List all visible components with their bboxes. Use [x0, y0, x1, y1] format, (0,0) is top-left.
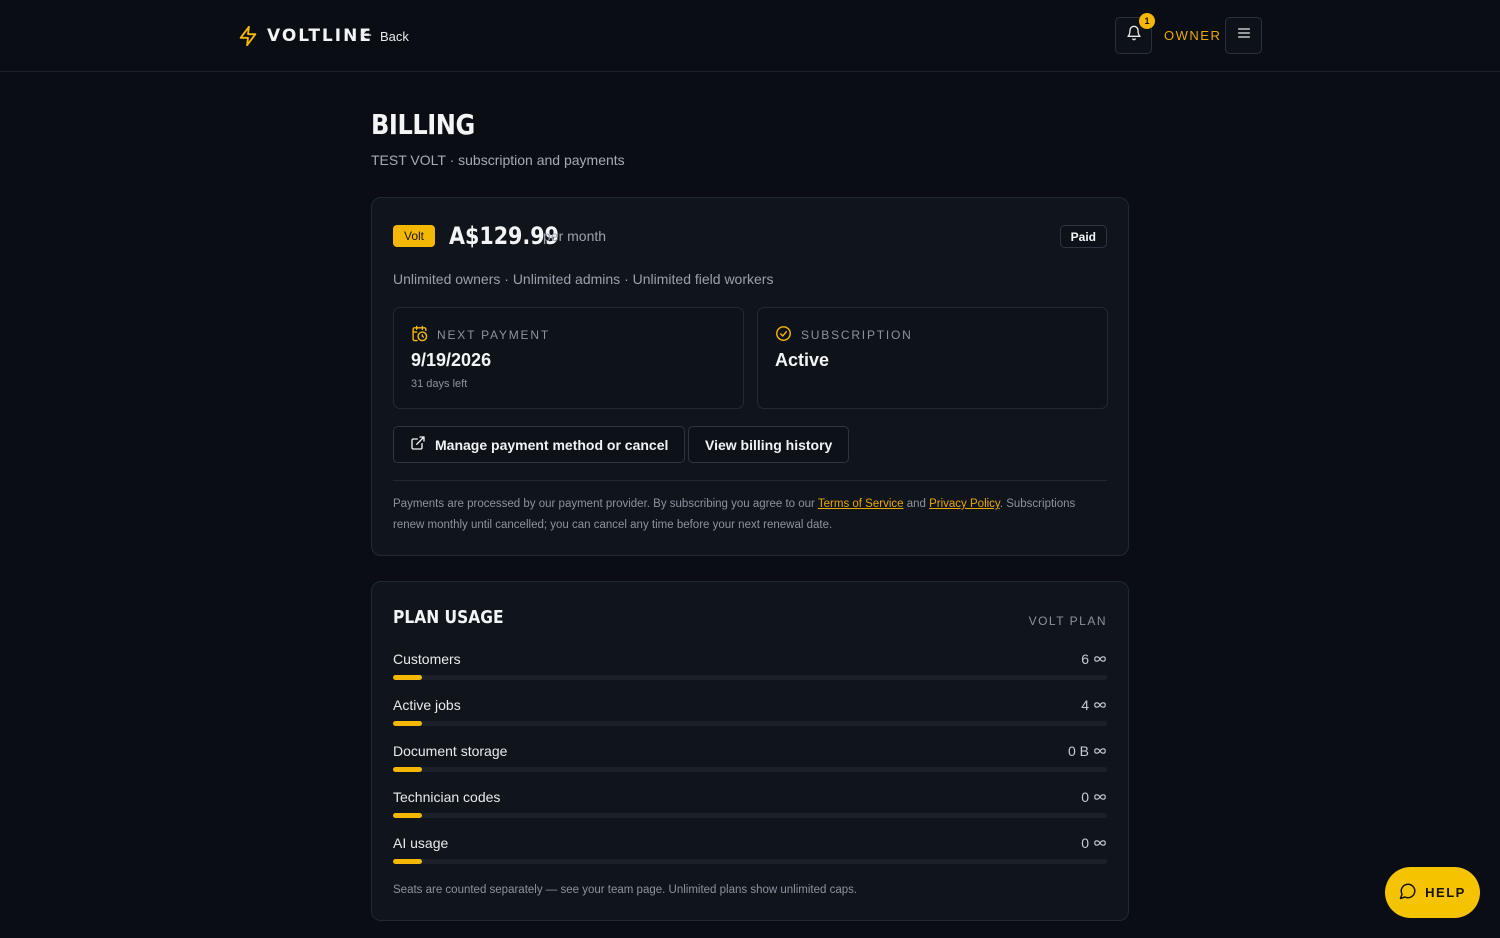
notifications-button[interactable]: 1: [1115, 13, 1155, 54]
infinity-icon: [1093, 835, 1107, 851]
notification-count-badge: 1: [1139, 13, 1155, 29]
hamburger-menu-icon: [1236, 25, 1252, 46]
page-subtitle: TEST VOLT · subscription and payments: [371, 152, 625, 168]
usage-bar: [393, 859, 1107, 864]
usage-count: 6: [1081, 651, 1089, 667]
subscription-label: SUBSCRIPTION: [801, 328, 913, 342]
subscription-status-box: SUBSCRIPTION Active: [757, 307, 1108, 409]
subscription-label-row: SUBSCRIPTION: [775, 325, 913, 345]
usage-bar: [393, 813, 1107, 818]
top-bar: VOLTLINE Back 1 OWNER: [0, 0, 1500, 72]
privacy-policy-link[interactable]: Privacy Policy: [929, 498, 1000, 510]
usage-count: 0 B: [1067, 743, 1089, 759]
plan-period: per month: [543, 228, 607, 244]
usage-count: 0: [1081, 789, 1089, 805]
usage-row-document-storage: Document storage 0 B: [393, 743, 1107, 773]
calendar-clock-icon: [411, 325, 428, 345]
plan-card: Volt A$129.99 per month Paid Unlimited o…: [371, 197, 1129, 556]
next-payment-label: NEXT PAYMENT: [437, 328, 550, 342]
usage-bar-fill: [393, 813, 422, 818]
menu-button[interactable]: [1225, 17, 1262, 54]
plan-name-badge: Volt: [393, 225, 436, 247]
usage-count: 4: [1081, 697, 1089, 713]
usage-row-technician-codes: Technician codes 0: [393, 789, 1107, 819]
help-label: HELP: [1425, 885, 1466, 900]
back-button[interactable]: Back: [358, 25, 409, 47]
usage-label: Active jobs: [393, 697, 461, 713]
usage-value: 0 B: [1068, 743, 1107, 759]
usage-bar-fill: [393, 859, 422, 864]
usage-value: 6: [1081, 651, 1107, 667]
subscription-status: Active: [775, 350, 830, 370]
usage-label: Customers: [393, 651, 461, 667]
divider: [393, 480, 1107, 481]
terms-of-service-link[interactable]: Terms of Service: [818, 498, 904, 510]
billing-history-label: View billing history: [705, 436, 833, 453]
usage-bar-fill: [393, 675, 422, 680]
next-payment-date: 9/19/2026: [411, 350, 492, 370]
usage-value: 4: [1081, 697, 1107, 713]
infinity-icon: [1093, 651, 1107, 667]
manage-payment-button[interactable]: Manage payment method or cancel: [393, 426, 686, 463]
plan-usage-card: PLAN USAGE VOLT PLAN Customers 6 Active …: [371, 581, 1129, 921]
usage-value: 0: [1081, 835, 1107, 851]
help-button[interactable]: HELP: [1385, 867, 1480, 918]
usage-title: PLAN USAGE: [393, 607, 504, 628]
manage-payment-label: Manage payment method or cancel: [435, 436, 669, 453]
usage-label: AI usage: [393, 835, 449, 851]
usage-label: Document storage: [393, 743, 508, 759]
usage-bar-fill: [393, 767, 422, 772]
usage-row-ai-usage: AI usage 0: [393, 835, 1107, 865]
user-role-label[interactable]: OWNER: [1164, 28, 1221, 43]
page-title: BILLING: [371, 108, 475, 141]
usage-note: Seats are counted separately — see your …: [393, 884, 858, 896]
legal-notice: Payments are processed by our payment pr…: [393, 494, 1109, 536]
brand[interactable]: VOLTLINE: [237, 22, 373, 50]
usage-bar: [393, 675, 1107, 680]
back-label: Back: [380, 28, 409, 44]
usage-bar-fill: [393, 721, 422, 726]
billing-history-button[interactable]: View billing history: [688, 426, 850, 463]
usage-row-customers: Customers 6: [393, 651, 1107, 681]
usage-count: 0: [1081, 835, 1089, 851]
external-link-icon: [410, 435, 426, 454]
usage-label: Technician codes: [393, 789, 501, 805]
days-left: 31 days left: [411, 378, 468, 390]
infinity-icon: [1093, 743, 1107, 759]
usage-row-active-jobs: Active jobs 4: [393, 697, 1107, 727]
lightning-bolt-icon: [237, 25, 259, 47]
check-circle-icon: [775, 325, 792, 345]
next-payment-label-row: NEXT PAYMENT: [411, 325, 550, 345]
infinity-icon: [1093, 789, 1107, 805]
arrow-left-icon: [358, 27, 374, 46]
usage-bar: [393, 721, 1107, 726]
chat-bubble-icon: [1399, 882, 1417, 903]
infinity-icon: [1093, 697, 1107, 713]
legal-text-start: Payments are processed by our payment pr…: [393, 498, 818, 510]
bell-icon: [1126, 25, 1142, 46]
legal-text-middle: and: [903, 498, 930, 510]
next-payment-box: NEXT PAYMENT 9/19/2026 31 days left: [393, 307, 744, 409]
payment-status-badge: Paid: [1059, 225, 1107, 248]
usage-value: 0: [1081, 789, 1107, 805]
usage-plan-label: VOLT PLAN: [1028, 614, 1107, 628]
plan-features: Unlimited owners · Unlimited admins · Un…: [393, 271, 774, 287]
usage-bar: [393, 767, 1107, 772]
